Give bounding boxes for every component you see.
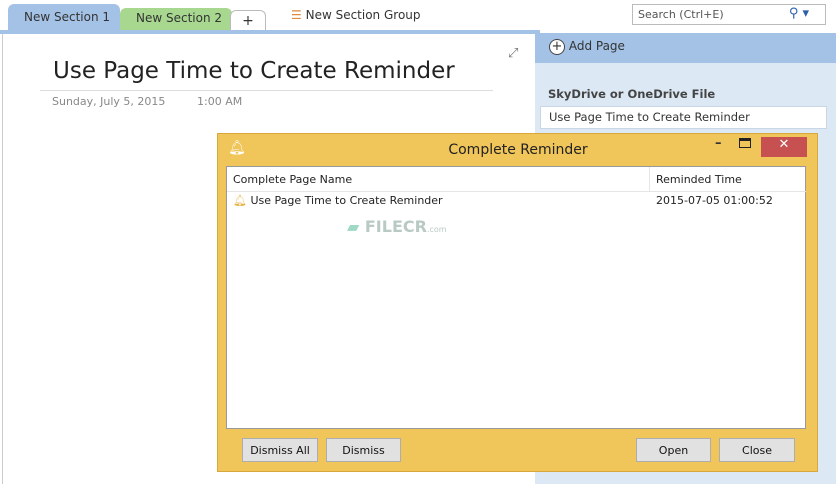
add-page-button[interactable]: + Add Page (535, 33, 836, 63)
search-placeholder: Search (Ctrl+E) (638, 8, 724, 21)
dismiss-all-button[interactable]: Dismiss All (242, 438, 318, 462)
search-input[interactable]: Search (Ctrl+E) ⚲ ▾ (632, 4, 826, 25)
maximize-button[interactable] (739, 138, 751, 148)
complete-reminder-dialog: 🔔︎ Complete Reminder – ✕ Complete Page N… (217, 133, 818, 472)
search-icon[interactable]: ⚲ ▾ (789, 6, 809, 21)
section-group-link[interactable]: ☰ New Section Group (291, 8, 421, 22)
bell-icon: 🔔︎ (233, 194, 247, 207)
reminder-list[interactable]: Complete Page Name Reminded Time 🔔︎ Use … (226, 166, 806, 429)
open-button[interactable]: Open (636, 438, 711, 462)
tab-new-section-2[interactable]: New Section 2 (120, 8, 232, 31)
column-header-page-name[interactable]: Complete Page Name (227, 167, 650, 192)
page-time: 1:00 AM (197, 95, 243, 108)
title-divider (40, 90, 493, 91)
notebook-label: SkyDrive or OneDrive File (548, 87, 716, 101)
add-page-label: Add Page (568, 39, 625, 53)
expand-icon[interactable]: ⤢ (508, 46, 518, 61)
add-section-tab[interactable]: + (230, 10, 266, 31)
minimize-button[interactable]: – (715, 136, 722, 151)
dialog-title: Complete Reminder (448, 142, 588, 158)
table-row[interactable]: 🔔︎ Use Page Time to Create Reminder 2015… (233, 194, 803, 214)
row-reminded-time: 2015-07-05 01:00:52 (656, 194, 773, 207)
page-title[interactable]: Use Page Time to Create Reminder (53, 58, 455, 84)
close-button[interactable]: Close (719, 438, 795, 462)
dismiss-button[interactable]: Dismiss (326, 438, 401, 462)
close-window-button[interactable]: ✕ (761, 137, 807, 157)
section-group-icon: ☰ (291, 8, 302, 22)
column-header-reminded-time[interactable]: Reminded Time (650, 167, 806, 192)
plus-circle-icon: + (549, 39, 565, 55)
tab-new-section-1[interactable]: New Section 1 (8, 4, 120, 31)
section-group-label: New Section Group (305, 8, 421, 22)
page-list-item[interactable]: Use Page Time to Create Reminder (540, 106, 827, 129)
page-date: Sunday, July 5, 2015 (52, 95, 166, 108)
watermark: ▰ FILECR.com (347, 217, 447, 236)
row-page-name: Use Page Time to Create Reminder (250, 194, 443, 207)
